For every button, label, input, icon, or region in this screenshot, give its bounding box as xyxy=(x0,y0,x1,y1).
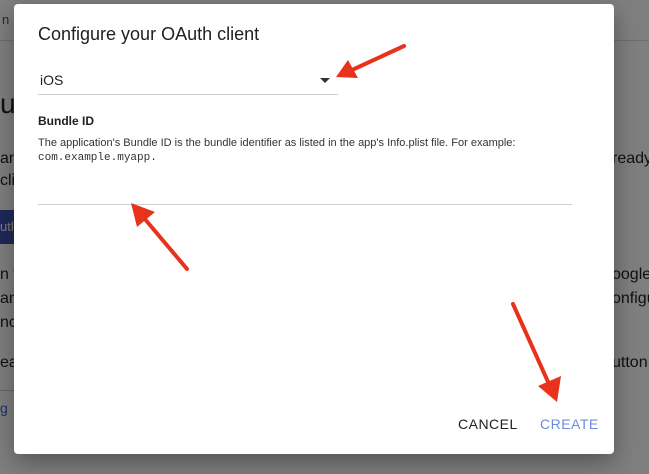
oauth-client-dialog: Configure your OAuth client iOS Bundle I… xyxy=(14,4,614,454)
dropdown-caret-icon xyxy=(320,78,330,83)
bundle-id-help-text: The application's Bundle ID is the bundl… xyxy=(38,137,516,149)
create-button[interactable]: CREATE xyxy=(534,412,605,436)
application-type-value: iOS xyxy=(40,72,64,88)
bundle-id-label: Bundle ID xyxy=(38,114,94,128)
cancel-button[interactable]: CANCEL xyxy=(452,412,524,436)
bundle-id-example: com.example.myapp. xyxy=(38,152,157,164)
bundle-id-input[interactable] xyxy=(38,180,572,205)
dialog-title: Configure your OAuth client xyxy=(38,24,260,44)
bundle-id-help: The application's Bundle ID is the bundl… xyxy=(38,136,578,166)
application-type-select[interactable]: iOS xyxy=(38,68,338,95)
